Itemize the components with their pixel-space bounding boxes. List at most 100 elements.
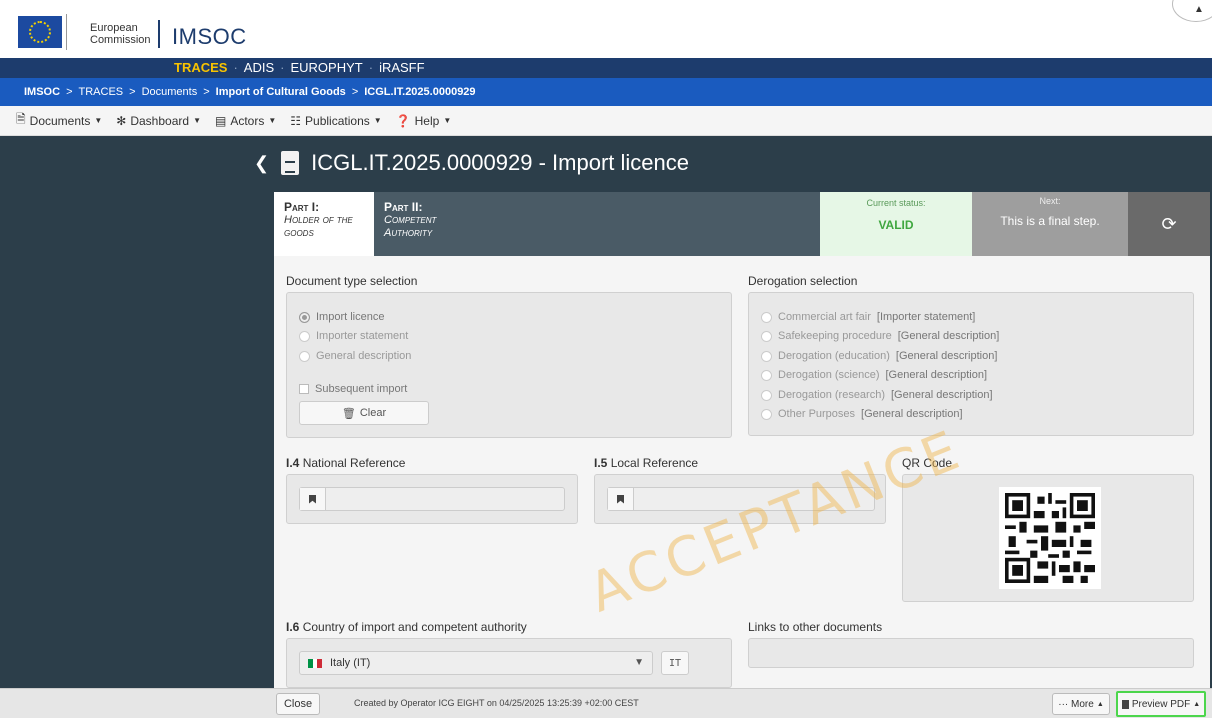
tab-part2[interactable]: Part II: Competent Authority [374,192,478,256]
system-adis[interactable]: ADIS [244,60,274,75]
top-header: European Commission IMSOC ▲ [0,0,1212,58]
country-iso-badge[interactable]: IT [661,651,689,675]
doc-type-label: Document type selection [286,274,418,288]
radio-tag: [Importer statement] [876,311,976,323]
links-box [748,638,1194,668]
caret-up-icon: ▲ [1096,700,1104,708]
radio-commercial-art-fair[interactable]: Commercial art fair [Importer statement] [761,311,975,323]
bookmark-icon [608,488,634,510]
history-button[interactable]: ⟳ [1128,192,1210,256]
caret-down-icon: ▼ [373,116,382,125]
preview-pdf-label: Preview PDF [1131,698,1191,710]
caret-down-icon: ▼ [443,116,452,125]
system-traces[interactable]: TRACES [174,60,227,75]
menu-actors[interactable]: ▤ Actors ▼ [215,114,276,128]
id-card-icon: ▤ [214,113,227,128]
menu-documents[interactable]: 🗎 Documents ▼ [16,110,102,131]
radio-indicator [299,330,310,342]
document-panel: Part I: Holder of the goods Part II: Com… [274,192,1210,688]
radio-other-purposes[interactable]: Other Purposes [General description] [761,408,963,420]
national-ref-value[interactable] [326,488,564,510]
preview-pdf-button[interactable]: Preview PDF ▲ [1116,691,1206,717]
more-button[interactable]: ··· More ▲ [1052,693,1110,715]
main-menu: 🗎 Documents ▼ ✻ Dashboard ▼ ▤ Actors ▼ ☷… [0,106,1212,136]
breadcrumb-sep: > [66,86,73,98]
bell-icon[interactable]: ▲ [1194,4,1204,15]
national-ref-label: I.4 National Reference [286,456,405,470]
tabs-bar: Part I: Holder of the goods Part II: Com… [274,192,1210,256]
menu-publications[interactable]: ☷ Publications ▼ [290,114,381,128]
radio-derogation-research[interactable]: Derogation (research) [General descripti… [761,389,993,401]
radio-safekeeping[interactable]: Safekeeping procedure [General descripti… [761,330,999,342]
local-ref-value[interactable] [634,488,874,510]
local-ref-label: I.5 Local Reference [594,456,698,470]
field-code: I.4 [286,456,300,470]
history-icon: ⟳ [1161,213,1177,234]
tab-part2-subtitle: Competent Authority [384,214,437,239]
bookmark-icon [300,488,326,510]
ec-name: European Commission [90,22,151,46]
breadcrumb: IMSOC > TRACES > Documents > Import of C… [0,78,1212,106]
breadcrumb-traces[interactable]: TRACES [79,86,124,98]
country-select[interactable]: Italy (IT) ▼ [299,651,653,675]
system-sep: · [233,60,238,75]
title-separator [158,20,160,48]
breadcrumb-import-cultural-goods[interactable]: Import of Cultural Goods [216,86,346,98]
checkbox-label: Subsequent import [315,383,408,395]
system-irasff[interactable]: iRASFF [379,60,425,75]
app-title[interactable]: IMSOC [172,24,247,50]
radio-derogation-education[interactable]: Derogation (education) [General descript… [761,350,997,362]
radio-indicator [299,350,310,362]
radio-label: Import licence [316,311,385,323]
next-step: Next: This is a final step. [972,192,1128,256]
radio-importer-statement[interactable]: Importer statement [299,330,408,342]
current-status-label: Current status: [866,198,926,208]
breadcrumb-sep: > [203,86,210,98]
org-line1: European [90,22,138,34]
clear-button[interactable]: 🗑 Clear [299,401,429,425]
system-europhyt[interactable]: EUROPHYT [290,60,362,75]
document-title: ICGL.IT.2025.0000929 - Import licence [311,150,689,175]
national-ref-input[interactable] [299,487,565,511]
radio-tag: [General description] [885,369,988,381]
breadcrumb-documents[interactable]: Documents [142,86,198,98]
document-header: ❮ ICGL.IT.2025.0000929 - Import licence [254,150,689,176]
caret-up-icon: ▲ [1193,700,1201,708]
system-sep: · [280,60,285,75]
country-select-value: Italy (IT) [330,657,371,669]
next-step-value: This is a final step. [1000,214,1100,228]
menu-documents-label: Documents [29,113,91,128]
tab-part1[interactable]: Part I: Holder of the goods [274,192,374,256]
local-ref-input[interactable] [607,487,875,511]
radio-general-description[interactable]: General description [299,350,411,362]
radio-import-licence[interactable]: Import licence [299,311,384,323]
menu-help[interactable]: ❓ Help ▼ [396,114,452,128]
national-ref-box [286,474,578,524]
radio-label: Commercial art fair [778,311,871,323]
radio-derogation-science[interactable]: Derogation (science) [General descriptio… [761,369,987,381]
document-icon: 🗎 [16,112,26,126]
current-status: Current status: VALID [820,192,972,256]
back-chevron-icon[interactable]: ❮ [254,153,269,174]
menu-help-label: Help [414,113,440,128]
ec-logo[interactable] [18,16,62,48]
qr-code-image [1005,493,1095,583]
breadcrumb-sep: > [129,86,136,98]
menu-dashboard[interactable]: ✻ Dashboard ▼ [116,114,201,128]
breadcrumb-imsoc[interactable]: IMSOC [24,86,60,98]
menu-publications-label: Publications [305,113,370,128]
close-button[interactable]: Close [276,693,320,715]
doc-type-box: Import licence Importer statement Genera… [286,292,732,438]
menu-actors-label: Actors [230,113,265,128]
notification-button[interactable] [1172,0,1212,22]
local-ref-box [594,474,886,524]
field-label: National Reference [302,456,406,470]
subsequent-import-checkbox[interactable]: Subsequent import [299,383,407,395]
help-icon: ❓ [395,113,411,128]
caret-down-icon: ▼ [193,116,201,125]
footer-bar: Close Created by Operator ICG EIGHT on 0… [0,688,1212,718]
next-step-label: Next: [1039,196,1061,206]
tab-part1-subtitle: Holder of the goods [284,214,353,239]
tab-part1-title: Part I: [284,200,320,214]
org-line2: Commission [90,34,151,46]
